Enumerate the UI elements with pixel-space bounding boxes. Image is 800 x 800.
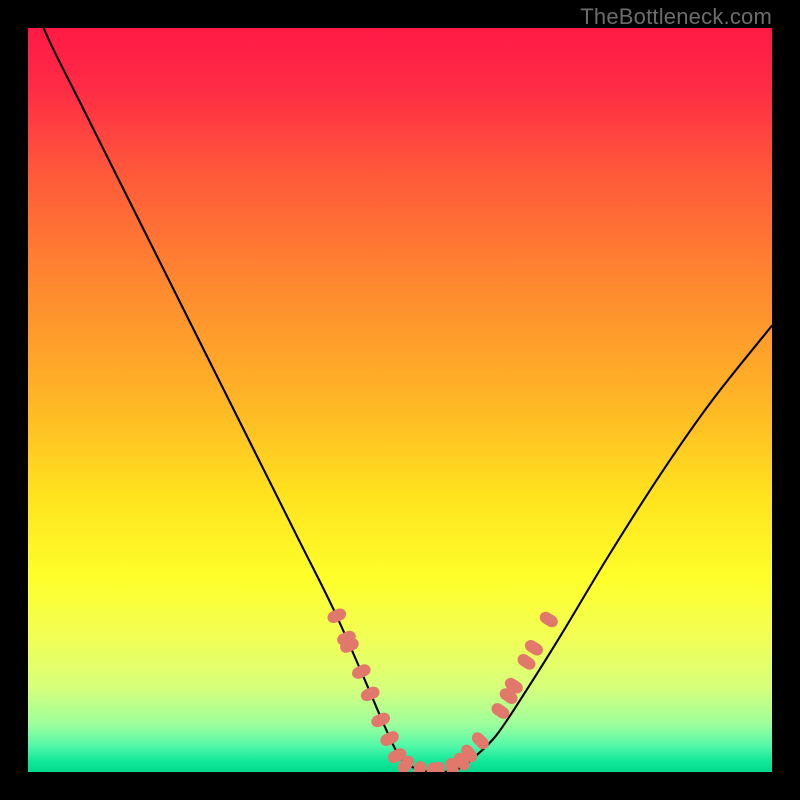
marker-dot xyxy=(369,711,391,730)
data-markers xyxy=(326,606,561,772)
chart-svg xyxy=(28,28,772,772)
watermark-text: TheBottleneck.com xyxy=(580,4,772,30)
marker-dot xyxy=(350,662,373,681)
bottleneck-curve xyxy=(28,28,772,772)
marker-dot xyxy=(326,606,349,625)
marker-dot xyxy=(537,609,560,629)
plot-area xyxy=(28,28,772,772)
marker-dot xyxy=(378,729,401,748)
chart-frame: TheBottleneck.com xyxy=(0,0,800,800)
marker-dot xyxy=(359,685,381,704)
